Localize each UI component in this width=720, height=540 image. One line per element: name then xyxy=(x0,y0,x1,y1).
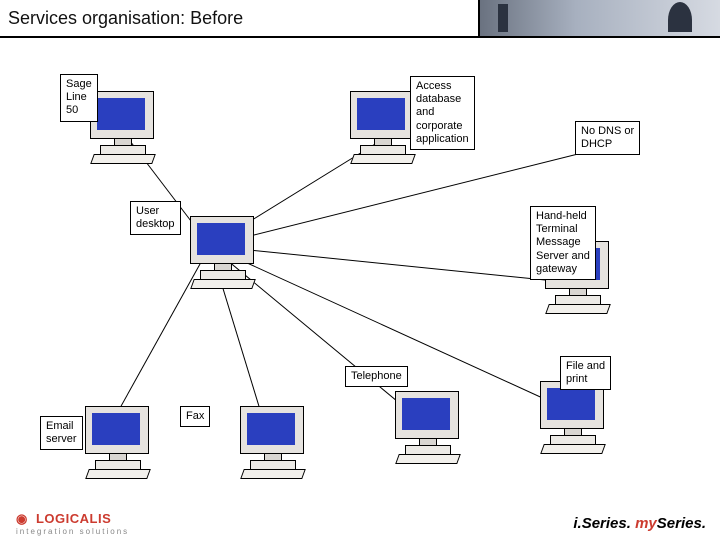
my-text: my xyxy=(635,515,657,532)
company-logo: LOGICALIS integration solutions xyxy=(16,511,129,536)
footer: LOGICALIS integration solutions i.Series… xyxy=(0,508,720,536)
computer-icon xyxy=(85,406,155,478)
title-bar: Services organisation: Before xyxy=(0,0,720,38)
node-label-email: Email server xyxy=(40,416,83,450)
computer-icon xyxy=(240,406,310,478)
series-branding: i.Series. mySeries. xyxy=(573,515,706,532)
company-name: LOGICALIS xyxy=(36,511,111,526)
node-label-hht: Hand-held Terminal Message Server and ga… xyxy=(530,206,596,280)
computer-icon xyxy=(190,216,260,288)
title-decorative-image xyxy=(478,0,720,36)
node-label-fileprint: File and print xyxy=(560,356,611,390)
node-label-nodns: No DNS or DHCP xyxy=(575,121,640,155)
node-label-sage: Sage Line 50 xyxy=(60,74,98,122)
company-tagline: integration solutions xyxy=(16,527,129,536)
computer-icon xyxy=(540,381,610,453)
diagram-canvas: Sage Line 50 Access database and corpora… xyxy=(0,36,720,540)
iseries-text: i.Series. xyxy=(573,515,631,532)
node-label-access: Access database and corporate applicatio… xyxy=(410,76,475,150)
node-label-fax: Fax xyxy=(180,406,210,427)
node-label-user: User desktop xyxy=(130,201,181,235)
computer-icon xyxy=(395,391,465,463)
page-title: Services organisation: Before xyxy=(0,8,243,29)
series-text: Series. xyxy=(657,515,706,532)
node-label-telephone: Telephone xyxy=(345,366,408,387)
computer-icon xyxy=(90,91,160,163)
